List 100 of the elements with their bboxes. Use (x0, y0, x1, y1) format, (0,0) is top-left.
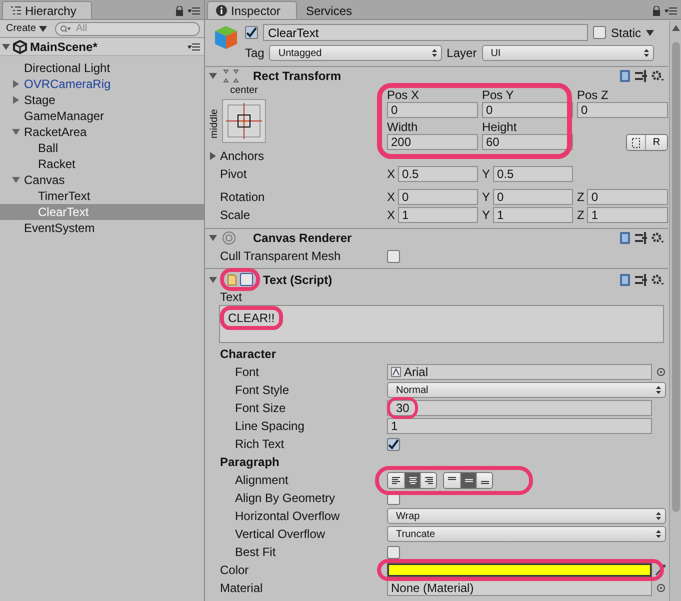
gear-icon[interactable] (651, 232, 664, 244)
dropdown-arrow-icon[interactable] (646, 28, 654, 36)
inspector-tab[interactable]: Inspector (207, 1, 297, 19)
horizontal-align-button[interactable] (388, 472, 404, 488)
scene-row[interactable]: MainScene* (0, 38, 204, 56)
vertical-align-button[interactable] (476, 472, 492, 488)
expand-arrow-icon[interactable] (12, 176, 20, 184)
hierarchy-item[interactable]: RacketArea (0, 124, 204, 140)
sliders-icon[interactable] (635, 70, 647, 82)
lock-icon[interactable] (652, 6, 661, 16)
anchor-vertical-label: middle (209, 109, 220, 139)
number-field[interactable]: 1 (398, 207, 478, 223)
gear-icon[interactable] (651, 70, 664, 82)
number-field[interactable]: 1 (493, 207, 573, 223)
hierarchy-item[interactable]: EventSystem (0, 220, 204, 236)
dropdown[interactable]: Normal (387, 382, 666, 398)
static-checkbox[interactable] (592, 26, 606, 39)
object-field[interactable]: None (Material) (387, 580, 652, 596)
hierarchy-item[interactable]: GameManager (0, 108, 204, 124)
component-enable-checkbox[interactable] (240, 273, 253, 286)
hierarchy-item[interactable]: Stage (0, 92, 204, 108)
anchor-preset-icon[interactable] (222, 99, 266, 143)
blueprint-mode-button[interactable] (627, 135, 645, 150)
hierarchy-item[interactable]: TimerText (0, 188, 204, 204)
object-name-field[interactable]: ClearText (263, 24, 588, 41)
highlight-ring (220, 268, 260, 291)
number-field[interactable]: 200 (387, 134, 478, 150)
anchors-foldout[interactable]: Anchors (205, 147, 668, 165)
cube-icon (13, 40, 27, 54)
search-field[interactable]: All (55, 22, 200, 36)
property-label: Rich Text (235, 437, 286, 451)
updown-icon (656, 512, 661, 520)
axis-label: X (387, 167, 396, 181)
number-field[interactable]: 0 (587, 189, 668, 205)
dropdown-arrow-icon[interactable] (39, 24, 48, 32)
active-checkbox[interactable] (245, 26, 258, 39)
hierarchy-tab[interactable]: Hierarchy (2, 1, 92, 19)
help-book-icon[interactable] (619, 274, 631, 286)
collapse-arrow-icon[interactable] (209, 234, 217, 242)
checkbox[interactable] (387, 250, 400, 262)
inspector-tab[interactable]: Services (297, 1, 366, 19)
gear-icon[interactable] (651, 274, 664, 286)
updown-icon (432, 49, 437, 57)
vertical-align-button[interactable] (460, 472, 476, 488)
horizontal-align-button[interactable] (404, 472, 420, 488)
hierarchy-item[interactable]: OVRCameraRig (0, 76, 204, 92)
lock-icon[interactable] (175, 6, 184, 16)
menu-icon[interactable] (188, 7, 200, 15)
property-label: Material (220, 581, 264, 595)
align-center-icon (408, 476, 418, 484)
layer-dropdown[interactable]: UI (482, 45, 654, 61)
scroll-up-icon[interactable] (672, 24, 680, 32)
static-label: Static (610, 26, 641, 40)
horizontal-align-button[interactable] (420, 472, 436, 488)
checkbox[interactable] (387, 546, 400, 558)
dropdown[interactable]: Wrap (387, 508, 666, 524)
menu-icon[interactable] (665, 7, 677, 15)
field-label: Pos Y (482, 88, 515, 102)
number-field[interactable]: 1 (387, 418, 652, 434)
hierarchy-item[interactable]: Directional Light (0, 60, 204, 76)
sliders-icon[interactable] (635, 274, 647, 286)
raw-edit-button[interactable]: R (645, 135, 667, 150)
scrollbar-thumb[interactable] (672, 42, 680, 512)
hierarchy-item[interactable]: Racket (0, 156, 204, 172)
hierarchy-item[interactable]: Canvas (0, 172, 204, 188)
dropdown[interactable]: Truncate (387, 526, 666, 542)
number-field[interactable]: 0 (387, 102, 478, 118)
property-label: Pivot (220, 167, 248, 181)
number-field[interactable]: 0.5 (493, 166, 573, 182)
collapse-arrow-icon[interactable] (209, 276, 217, 284)
number-field[interactable]: 60 (482, 134, 573, 150)
number-field[interactable]: 30 (387, 400, 652, 416)
number-field[interactable]: 1 (587, 207, 668, 223)
number-field[interactable]: 0 (493, 189, 573, 205)
axis-label: Y (482, 208, 490, 222)
tag-label: Tag (245, 46, 264, 60)
sliders-icon[interactable] (635, 232, 647, 244)
expand-arrow-icon[interactable] (12, 128, 20, 136)
tag-dropdown[interactable]: Untagged (269, 45, 442, 61)
number-field[interactable]: 0 (482, 102, 573, 118)
create-button[interactable]: Create (4, 23, 50, 34)
number-field[interactable]: 0 (398, 189, 478, 205)
number-field[interactable]: 0.5 (398, 166, 478, 182)
axis-label: X (387, 208, 396, 222)
layer-label: Layer (446, 46, 477, 60)
collapse-arrow-icon[interactable] (209, 72, 217, 80)
help-book-icon[interactable] (619, 232, 631, 244)
help-book-icon[interactable] (619, 70, 631, 82)
vertical-align-button[interactable] (444, 472, 460, 488)
expand-arrow-icon[interactable] (2, 42, 10, 50)
text-area[interactable]: CLEAR!! (219, 305, 664, 343)
axis-label: Y (482, 190, 490, 204)
number-field[interactable]: 0 (577, 102, 668, 118)
property-label: Font Size (235, 401, 287, 415)
expand-arrow-icon[interactable] (209, 152, 217, 160)
menu-icon[interactable] (188, 42, 200, 50)
object-field[interactable]: Arial (387, 364, 652, 380)
property-label: Best Fit (235, 545, 277, 559)
hierarchy-item[interactable]: Ball (0, 140, 204, 156)
checkbox[interactable] (387, 438, 400, 450)
